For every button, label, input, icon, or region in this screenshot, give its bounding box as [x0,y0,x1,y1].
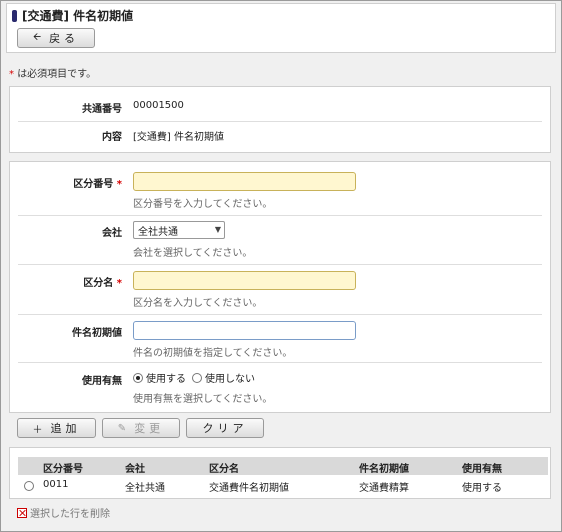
delete-icon [17,507,27,518]
content-value: [交通費] 件名初期値 [133,132,224,143]
cell-division-name: 交通費件名初期値 [209,483,289,494]
division-name-input[interactable] [133,271,356,290]
divider [18,314,542,315]
table-panel: 区分番号 会社 区分名 件名初期値 使用有無 0011 全社共通 交通費件名初期… [9,447,551,499]
clear-button[interactable]: クリア [186,418,264,438]
divider [18,264,542,265]
common-no-value: 00001500 [133,100,184,111]
division-no-hint: 区分番号を入力してください。 [133,199,273,210]
back-button[interactable]: 🡨 戻る [17,28,95,48]
info-panel: 共通番号 00001500 内容 [交通費] 件名初期値 [9,86,551,153]
cell-company: 全社共通 [125,483,165,494]
page-title-bar: [交通費] 件名初期値 [12,7,133,24]
clear-button-label: クリア [202,422,248,435]
pencil-icon: ✎ [117,422,127,434]
initial-subject-input[interactable] [133,321,356,340]
cell-division-no: 0011 [43,479,69,490]
division-no-label-text: 区分番号 [73,179,114,190]
cell-usage: 使用する [462,483,502,494]
required-star: * [9,69,14,80]
divider [18,121,542,122]
column-header: 会社 [125,464,145,475]
cell-initial-subject: 交通費精算 [359,483,409,494]
division-no-input[interactable] [133,172,356,191]
division-name-label: 区分名 * [10,274,122,289]
usage-radio-nouse[interactable] [192,372,202,383]
column-header: 使用有無 [462,464,502,475]
usage-hint: 使用有無を選択してください。 [133,394,273,405]
column-header: 区分名 [209,464,239,475]
window: [交通費] 件名初期値 🡨 戻る * は必須項目です。 共通番号 0000150… [0,0,562,532]
delete-selected-label: 選択した行を削除 [30,509,110,520]
company-hint: 会社を選択してください。 [133,248,253,259]
add-button[interactable]: ＋ 追加 [17,418,96,438]
add-button-label: 追加 [50,422,81,435]
usage-radio-group: 使用する 使用しない [133,370,255,385]
column-header: 区分番号 [43,464,83,475]
division-name-hint: 区分名を入力してください。 [133,298,263,309]
required-note-text: は必須項目です。 [17,69,97,80]
usage-radio-use-label[interactable]: 使用する [146,370,186,385]
divider [18,362,542,363]
initial-subject-hint: 件名の初期値を指定してください。 [133,348,293,359]
title-marker-icon [12,9,17,22]
row-select-radio[interactable] [24,481,34,491]
back-button-label: 戻る [49,32,80,45]
company-select[interactable]: 全社共通 ▼ [133,221,225,239]
page-title: [交通費] 件名初期値 [22,9,134,23]
column-header: 件名初期値 [359,464,409,475]
back-arrow-icon: 🡨 [32,31,42,43]
delete-selected-link[interactable]: 選択した行を削除 [17,505,110,520]
required-note: * は必須項目です。 [9,65,96,80]
division-no-label: 区分番号 * [10,175,122,190]
header-panel: [交通費] 件名初期値 🡨 戻る [6,3,556,53]
company-label: 会社 [102,228,122,239]
table-header: 区分番号 会社 区分名 件名初期値 使用有無 [18,457,548,475]
usage-radio-use[interactable] [133,372,143,383]
usage-label: 使用有無 [82,376,122,387]
company-select-value: 全社共通 [138,226,178,238]
divider [18,215,542,216]
required-star: * [116,278,122,289]
content-label: 内容 [102,132,122,143]
change-button[interactable]: ✎ 変更 [102,418,180,438]
change-button-label: 変更 [134,422,165,435]
plus-icon: ＋ [32,424,43,436]
chevron-down-icon: ▼ [214,225,221,234]
initial-subject-label: 件名初期値 [72,328,122,339]
required-star: * [116,179,122,190]
division-name-label-text: 区分名 [83,278,114,289]
usage-radio-nouse-label[interactable]: 使用しない [205,370,255,385]
form-panel: 区分番号 * 区分番号を入力してください。 会社 全社共通 ▼ 会社を選択してく… [9,161,551,413]
common-no-label: 共通番号 [82,104,122,115]
